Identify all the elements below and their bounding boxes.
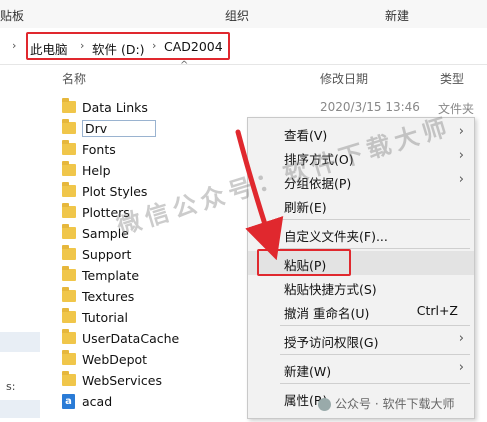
file-name: Help xyxy=(82,163,111,178)
file-name: Data Links xyxy=(82,100,148,115)
ribbon-bar: 贴板 组织 新建 xyxy=(0,0,487,29)
file-name: Fonts xyxy=(82,142,116,157)
menu-separator xyxy=(280,219,470,220)
breadcrumb-chevron-icon: › xyxy=(12,39,17,52)
menu-item-grant-access[interactable]: 授予访问权限(G) › xyxy=(248,328,474,352)
folder-icon xyxy=(62,119,76,134)
column-header-name[interactable]: 名称 xyxy=(62,70,86,87)
folder-icon xyxy=(62,329,76,344)
folder-icon xyxy=(62,98,76,113)
folder-icon xyxy=(62,182,76,197)
navigation-item-partial[interactable]: s: xyxy=(6,380,15,393)
folder-icon xyxy=(62,371,76,386)
folder-icon xyxy=(62,308,76,323)
folder-icon xyxy=(62,161,76,176)
file-date: 2020/3/15 13:46 xyxy=(320,100,420,114)
file-name: WebDepot xyxy=(82,352,148,367)
chevron-right-icon: › xyxy=(458,124,464,139)
paste-highlight-box xyxy=(257,249,351,276)
menu-item-customize-folder[interactable]: 自定义文件夹(F)... xyxy=(248,222,474,246)
folder-icon xyxy=(62,140,76,155)
file-name: UserDataCache xyxy=(82,331,180,346)
shortcut-label: Ctrl+Z xyxy=(416,303,458,318)
file-name: Support xyxy=(82,247,132,262)
folder-icon xyxy=(62,287,76,302)
file-name: Plot Styles xyxy=(82,184,148,199)
column-header-type[interactable]: 类型 xyxy=(440,70,464,87)
menu-item-paste-shortcut[interactable]: 粘贴快捷方式(S) xyxy=(248,275,474,299)
sort-caret-icon: ^ xyxy=(180,60,189,71)
navigation-pane[interactable] xyxy=(0,90,40,422)
address-highlight-box xyxy=(26,32,230,60)
ribbon-group-clipboard[interactable]: 贴板 xyxy=(0,7,24,24)
ribbon-group-organize[interactable]: 组织 xyxy=(225,7,249,24)
menu-item-refresh[interactable]: 刷新(E) xyxy=(248,193,474,217)
file-name: Drv xyxy=(82,120,157,137)
file-name: Tutorial xyxy=(82,310,128,325)
acad-app-icon: a xyxy=(62,394,75,409)
file-name: Textures xyxy=(82,289,135,304)
chevron-right-icon: › xyxy=(458,360,464,375)
folder-icon xyxy=(62,224,76,239)
chevron-right-icon: › xyxy=(458,172,464,187)
chevron-right-icon: › xyxy=(458,331,464,346)
menu-item-new[interactable]: 新建(W) › xyxy=(248,357,474,381)
menu-separator xyxy=(280,325,470,326)
watermark-footer: 公众号 · 软件下载大师 xyxy=(318,395,454,412)
menu-separator xyxy=(280,383,470,384)
ribbon-group-new[interactable]: 新建 xyxy=(385,7,409,24)
navigation-selected-item[interactable] xyxy=(0,332,40,352)
folder-icon xyxy=(62,203,76,218)
chevron-right-icon: › xyxy=(458,148,464,163)
navigation-selected-item[interactable] xyxy=(0,400,40,418)
file-name: Template xyxy=(82,268,140,283)
folder-icon xyxy=(62,350,76,365)
folder-icon xyxy=(62,266,76,281)
folder-icon xyxy=(62,245,76,260)
column-header-date[interactable]: 修改日期 xyxy=(320,70,368,87)
menu-separator xyxy=(280,354,470,355)
file-name: acad xyxy=(82,394,113,409)
file-name: WebServices xyxy=(82,373,162,388)
wechat-logo-icon xyxy=(318,398,331,411)
menu-item-undo-rename[interactable]: 撤消 重命名(U) Ctrl+Z xyxy=(248,299,474,323)
